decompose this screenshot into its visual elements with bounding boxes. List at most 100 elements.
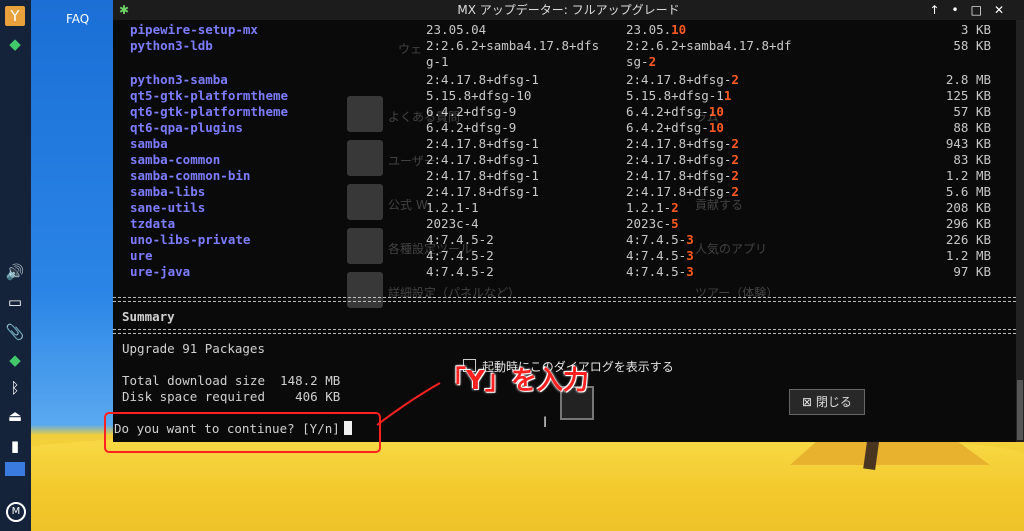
new-version: 2023c-5 xyxy=(626,216,679,231)
close-button[interactable]: ⊠ 閉じる xyxy=(789,389,865,415)
old-version: 23.05.04 xyxy=(426,22,487,37)
minimize-icon[interactable]: • xyxy=(952,3,971,17)
package-size: 57 KB xyxy=(953,104,991,119)
new-version: 5.15.8+dfsg-11 xyxy=(626,88,732,103)
package-size: 1.2 MB xyxy=(945,168,991,183)
mouse-cursor-icon: I xyxy=(543,415,548,431)
old-version: 2:4.17.8+dfsg-1 xyxy=(426,152,539,167)
package-row: python3-ldb 2:2.6.2+samba4.17.8+dfs 2:2.6.… xyxy=(113,38,1013,54)
package-size: 125 KB xyxy=(945,88,991,103)
package-size: 3 KB xyxy=(960,22,991,37)
new-version: sg-2 xyxy=(626,54,657,69)
new-version: 23.05.10 xyxy=(626,22,687,37)
left-panel: Y ◆ 🔊 ▭ 📎 ◆ ᛒ ⏏ ▮ M xyxy=(0,0,31,531)
new-version: 2:4.17.8+dfsg-2 xyxy=(626,152,739,167)
package-name: pipewire-setup-mx xyxy=(130,22,258,37)
package-row: samba-libs 2:4.17.8+dfsg-1 2:4.17.8+dfsg-2… xyxy=(113,184,1013,200)
maximize-icon[interactable]: □ xyxy=(971,3,994,17)
package-row: ure-java 4:7.4.5-2 4:7.4.5-3 97 KB xyxy=(113,264,1013,280)
package-size: 1.2 MB xyxy=(945,248,991,263)
new-version: 2:4.17.8+dfsg-2 xyxy=(626,168,739,183)
package-size: 296 KB xyxy=(945,216,991,231)
package-size: 97 KB xyxy=(953,264,991,279)
package-size: 943 KB xyxy=(945,136,991,151)
menu-icon[interactable]: Y xyxy=(5,6,25,26)
bluetooth-icon[interactable]: ᛒ xyxy=(5,378,25,398)
package-row: samba-common 2:4.17.8+dfsg-1 2:4.17.8+dfsg… xyxy=(113,152,1013,168)
package-name: tzdata xyxy=(130,216,176,231)
package-name: samba-common-bin xyxy=(130,168,251,183)
package-name: uno-libs-private xyxy=(130,232,251,247)
old-version: 4:7.4.5-2 xyxy=(426,232,494,247)
package-row: pipewire-setup-mx 23.05.04 23.05.10 3 KB xyxy=(113,22,1013,38)
package-name: samba xyxy=(130,136,168,151)
package-name: samba-common xyxy=(130,152,221,167)
app-icon: ✱ xyxy=(119,3,130,17)
new-version: 4:7.4.5-3 xyxy=(626,248,694,263)
new-version: 6.4.2+dfsg-10 xyxy=(626,104,724,119)
package-size: 83 KB xyxy=(953,152,991,167)
window-controls[interactable]: ↑•□✕ xyxy=(929,0,1016,20)
package-row: sane-utils 1.2.1-1 1.2.1-2 208 KB xyxy=(113,200,1013,216)
scrollbar[interactable] xyxy=(1016,20,1024,442)
package-row: qt6-gtk-platformtheme 6.4.2+dfsg-9 6.4.2+d… xyxy=(113,104,1013,120)
mx-logo-icon[interactable]: M xyxy=(6,502,26,522)
summary-heading: Summary xyxy=(122,309,175,324)
old-version: 6.4.2+dfsg-9 xyxy=(426,120,517,135)
old-version: 6.4.2+dfsg-9 xyxy=(426,104,517,119)
package-size: 226 KB xyxy=(945,232,991,247)
new-version: 6.4.2+dfsg-10 xyxy=(626,120,724,135)
workspace-icon[interactable] xyxy=(5,462,25,476)
old-version: 4:7.4.5-2 xyxy=(426,264,494,279)
package-row: ure 4:7.4.5-2 4:7.4.5-3 1.2 MB xyxy=(113,248,1013,264)
battery-icon: ▮ xyxy=(10,437,20,455)
package-name: samba-libs xyxy=(130,184,206,199)
package-name: ure-java xyxy=(130,264,191,279)
terminal-titlebar[interactable]: ✱ MX アップデーター: フルアップグレード ↑•□✕ xyxy=(113,0,1024,20)
new-version: 2:4.17.8+dfsg-2 xyxy=(626,184,739,199)
package-name: ure xyxy=(130,248,153,263)
eject-icon[interactable]: ⏏ xyxy=(5,406,25,426)
new-version: 4:7.4.5-3 xyxy=(626,264,694,279)
package-size: 2.8 MB xyxy=(945,72,991,87)
old-version: 2:4.17.8+dfsg-1 xyxy=(426,136,539,151)
volume-icon[interactable]: 🔊 xyxy=(5,262,25,282)
package-row: g-1 sg-2 xyxy=(113,54,1013,70)
close-icon[interactable]: ✕ xyxy=(994,3,1016,17)
package-icon[interactable]: ◆ xyxy=(5,34,25,54)
updater-icon[interactable]: ◆ xyxy=(5,350,25,370)
old-version: 5.15.8+dfsg-10 xyxy=(426,88,532,103)
package-size: 88 KB xyxy=(953,120,991,135)
package-name: qt5-gtk-platformtheme xyxy=(130,88,289,103)
window-title: MX アップデーター: フルアップグレード xyxy=(457,3,680,17)
pin-icon[interactable]: ↑ xyxy=(929,3,951,17)
separator-rule xyxy=(113,297,1016,302)
new-version: 1.2.1-2 xyxy=(626,200,679,215)
package-size: 58 KB xyxy=(953,38,991,53)
close-icon: ⊠ xyxy=(802,395,816,409)
separator-rule xyxy=(113,329,1016,334)
package-size: 5.6 MB xyxy=(945,184,991,199)
package-row: qt5-gtk-platformtheme 5.15.8+dfsg-10 5.15.… xyxy=(113,88,1013,104)
disk-space: Disk space required 406 KB xyxy=(122,389,341,404)
package-row: python3-samba 2:4.17.8+dfsg-1 2:4.17.8+dfs… xyxy=(113,72,1013,88)
network-icon[interactable]: ▭ xyxy=(5,292,25,312)
old-version: 2:2.6.2+samba4.17.8+dfs xyxy=(426,38,600,53)
upgrade-count: Upgrade 91 Packages xyxy=(122,341,265,356)
package-size: 208 KB xyxy=(945,200,991,215)
new-version: 2:4.17.8+dfsg-2 xyxy=(626,72,739,87)
faq-desktop-icon[interactable]: FAQ xyxy=(66,12,89,26)
package-name: python3-ldb xyxy=(130,38,213,53)
annotation-text: 「Y」を入力 xyxy=(440,366,589,396)
clip-icon[interactable]: 📎 xyxy=(5,322,25,342)
download-size: Total download size 148.2 MB xyxy=(122,373,341,388)
scrollbar-thumb[interactable] xyxy=(1017,380,1023,440)
old-version: g-1 xyxy=(426,54,449,69)
package-row: qt6-qpa-plugins 6.4.2+dfsg-9 6.4.2+dfsg-10… xyxy=(113,120,1013,136)
package-name: qt6-qpa-plugins xyxy=(130,120,243,135)
new-version: 2:4.17.8+dfsg-2 xyxy=(626,136,739,151)
package-name: sane-utils xyxy=(130,200,206,215)
package-row: tzdata 2023c-4 2023c-5 296 KB xyxy=(113,216,1013,232)
highlight-box xyxy=(104,412,381,453)
package-row: uno-libs-private 4:7.4.5-2 4:7.4.5-3 226 KB xyxy=(113,232,1013,248)
